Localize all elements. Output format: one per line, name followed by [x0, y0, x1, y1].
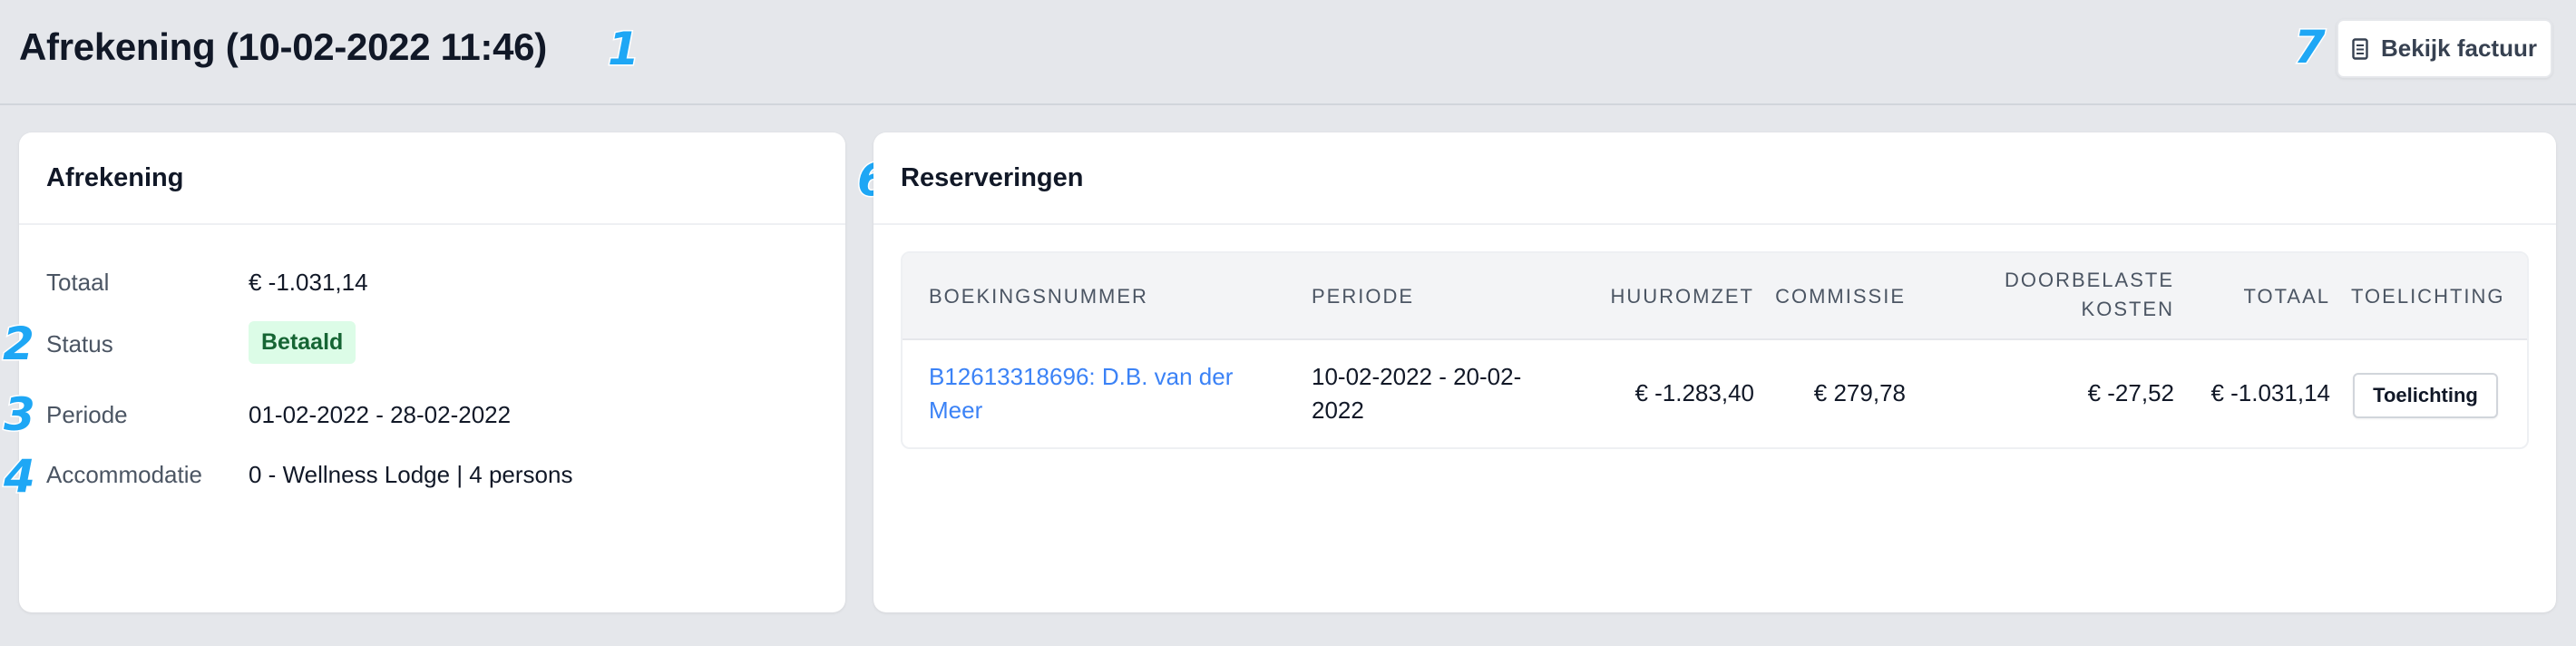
page-title: Afrekening (10-02-2022 11:46) — [19, 25, 547, 68]
row-period-line2: 2022 — [1312, 396, 1364, 424]
annotation-marker-3: 3 — [3, 388, 37, 441]
status-label: Status — [46, 330, 113, 357]
annotation-marker-4: 4 — [3, 450, 37, 503]
total-label: Totaal — [46, 269, 110, 296]
column-rental-revenue: HUUROMZET — [1610, 285, 1754, 308]
accommodation-value: 0 - Wellness Lodge | 4 persons — [249, 461, 573, 488]
row-charged-costs: € -27,52 — [2087, 379, 2174, 406]
row-period-line1: 10-02-2022 - 20-02- — [1312, 363, 1522, 390]
settlement-heading: Afrekening — [19, 132, 845, 225]
reservations-table: BOEKINGSNUMMER PERIODE HUUROMZET COMMISS… — [901, 251, 2529, 449]
period-label: Periode — [46, 401, 128, 428]
reservations-card: Reserveringen BOEKINGSNUMMER PERIODE HUU… — [873, 132, 2556, 612]
booking-link-line1[interactable]: B12613318696: D.B. van der — [929, 359, 1233, 394]
document-icon — [2352, 37, 2368, 60]
column-charged-costs-line2: KOSTEN — [2081, 298, 2174, 320]
annotation-marker-7: 7 — [2293, 21, 2327, 73]
page-header: Afrekening (10-02-2022 11:46) 1 7 Bekijk… — [0, 0, 2576, 105]
annotation-marker-2: 2 — [2, 318, 36, 370]
row-commission: € 279,78 — [1813, 379, 1906, 406]
column-total: TOTAAL — [2243, 285, 2330, 308]
view-invoice-button[interactable]: Bekijk factuur — [2337, 19, 2552, 78]
column-commission: COMMISSIE — [1775, 285, 1906, 308]
period-value: 01-02-2022 - 28-02-2022 — [249, 401, 512, 428]
column-charged-costs-line1: DOORBELASTE — [2004, 269, 2174, 291]
status-badge: Betaald — [249, 321, 356, 364]
accommodation-label: Accommodatie — [46, 461, 202, 488]
note-button[interactable]: Toelichting — [2353, 373, 2498, 418]
reservations-heading: Reserveringen — [873, 132, 2556, 225]
row-total: € -1.031,14 — [2210, 379, 2330, 406]
settlement-card: Afrekening Totaal € -1.031,14 Status Bet… — [19, 132, 845, 612]
column-note: TOELICHTING — [2351, 285, 2505, 308]
row-rental-revenue: € -1.283,40 — [1634, 379, 1754, 406]
table-header: BOEKINGSNUMMER PERIODE HUUROMZET COMMISS… — [903, 253, 2527, 340]
column-period: PERIODE — [1312, 285, 1415, 308]
total-value: € -1.031,14 — [249, 269, 368, 296]
column-booking-number: BOEKINGSNUMMER — [929, 285, 1148, 308]
booking-link-line2[interactable]: Meer — [929, 393, 982, 427]
view-invoice-label: Bekijk factuur — [2381, 34, 2537, 62]
annotation-marker-1: 1 — [607, 23, 641, 75]
